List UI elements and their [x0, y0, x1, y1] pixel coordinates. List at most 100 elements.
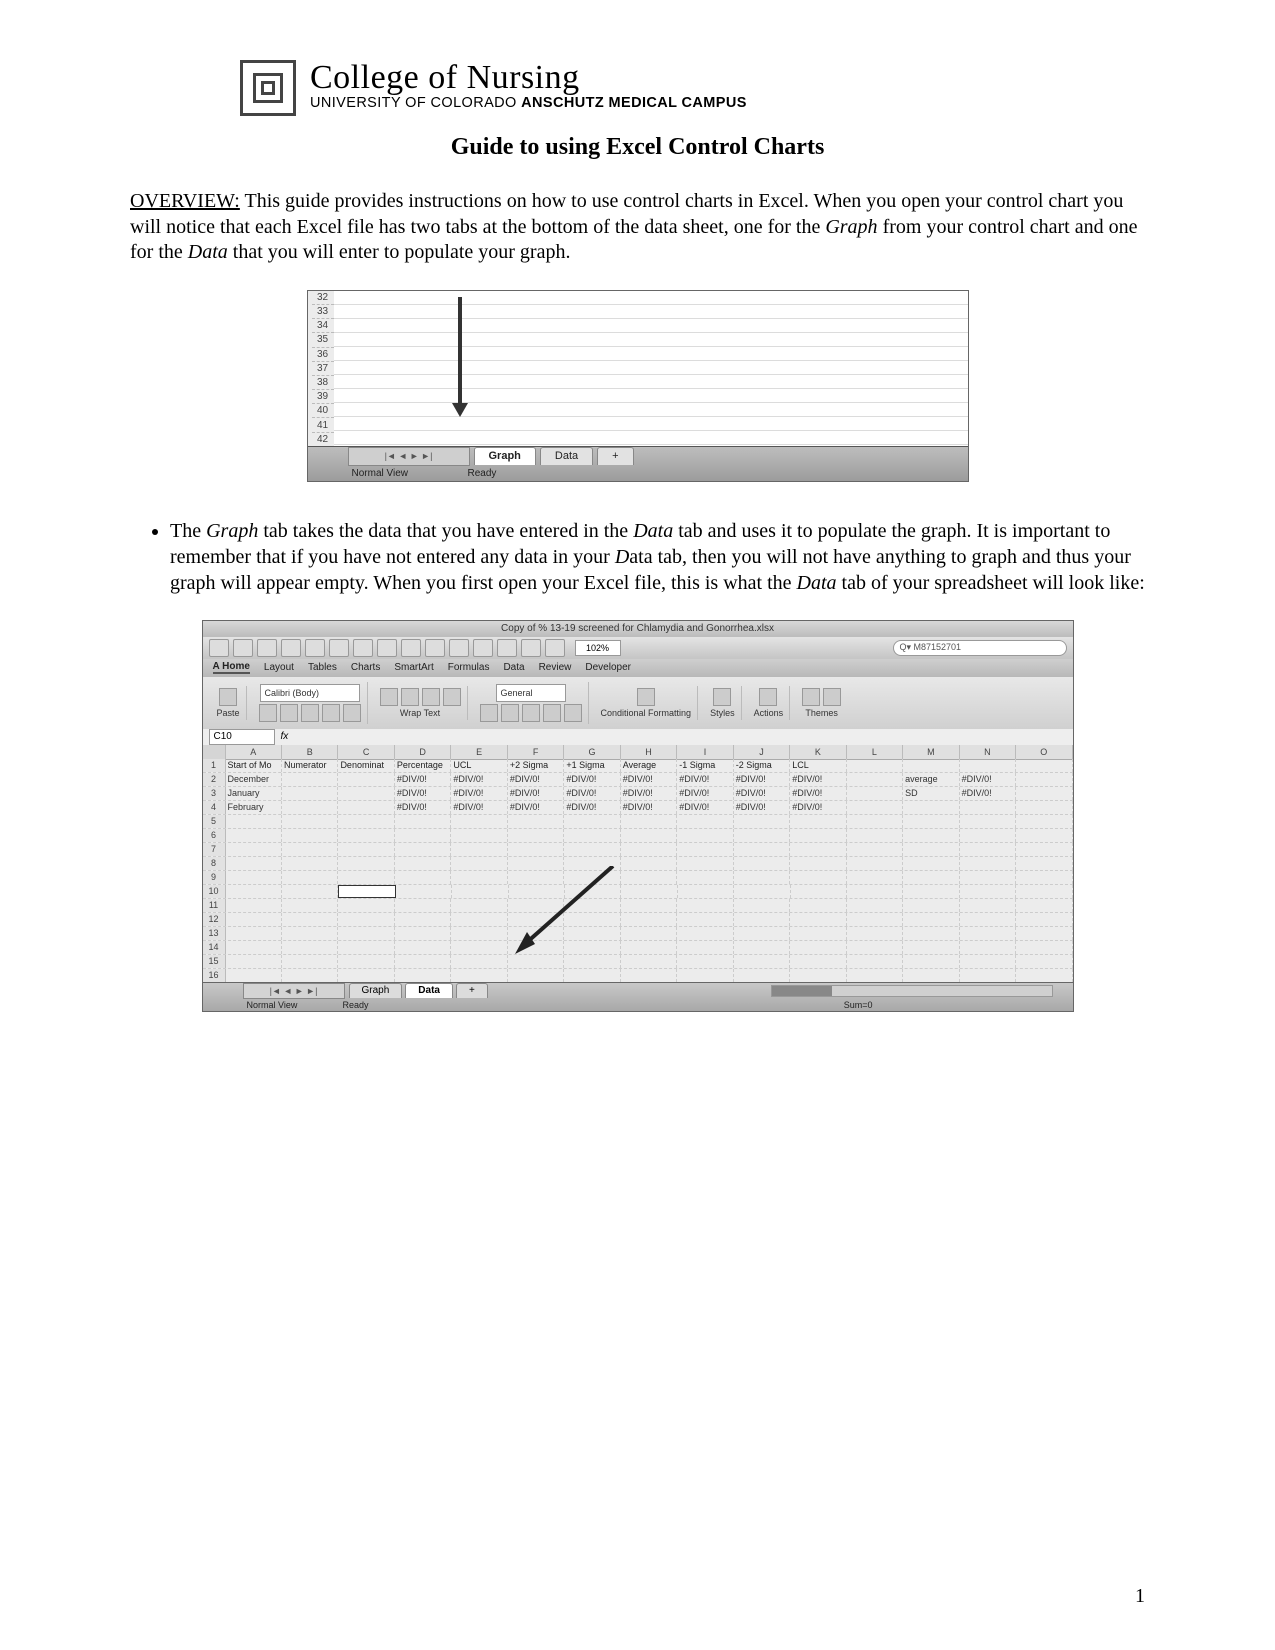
cell[interactable]: Numerator: [282, 759, 338, 772]
cell[interactable]: [565, 885, 621, 898]
cell[interactable]: [903, 801, 959, 814]
column-header[interactable]: G: [564, 745, 620, 759]
cell[interactable]: [847, 927, 903, 940]
cell[interactable]: [903, 829, 959, 842]
cell[interactable]: [903, 759, 959, 772]
cell[interactable]: [903, 941, 959, 954]
toolbox-icon[interactable]: [521, 639, 541, 657]
cell[interactable]: [734, 927, 790, 940]
cell[interactable]: [847, 759, 903, 772]
cell[interactable]: [960, 829, 1016, 842]
cell[interactable]: [451, 927, 507, 940]
decrease-decimal-icon[interactable]: [564, 704, 582, 722]
cell[interactable]: [734, 941, 790, 954]
column-header[interactable]: M: [903, 745, 959, 759]
cell[interactable]: [734, 857, 790, 870]
sort-icon[interactable]: [449, 639, 469, 657]
cell[interactable]: [621, 941, 677, 954]
cell[interactable]: [621, 955, 677, 968]
cell[interactable]: [677, 969, 733, 982]
cell[interactable]: [395, 899, 451, 912]
number-format-select[interactable]: General: [496, 684, 566, 702]
cell[interactable]: [282, 815, 338, 828]
cell[interactable]: January: [226, 787, 282, 800]
cell[interactable]: [282, 773, 338, 786]
cell[interactable]: [338, 927, 394, 940]
cell[interactable]: [508, 913, 564, 926]
cell[interactable]: February: [226, 801, 282, 814]
cell[interactable]: [903, 885, 959, 898]
cell[interactable]: [451, 871, 507, 884]
cell[interactable]: #DIV/0!: [395, 773, 451, 786]
align-center-icon[interactable]: [401, 688, 419, 706]
cell[interactable]: [734, 955, 790, 968]
aa-icon[interactable]: [823, 688, 841, 706]
cell[interactable]: [226, 927, 282, 940]
cell[interactable]: [790, 899, 846, 912]
cell[interactable]: [564, 843, 620, 856]
cell[interactable]: #DIV/0!: [451, 787, 507, 800]
merge-icon[interactable]: [443, 688, 461, 706]
column-header[interactable]: F: [508, 745, 564, 759]
cell[interactable]: #DIV/0!: [790, 773, 846, 786]
cell[interactable]: [960, 871, 1016, 884]
cell[interactable]: [734, 829, 790, 842]
cell[interactable]: [677, 927, 733, 940]
fx-icon[interactable]: fx: [281, 731, 289, 742]
cell[interactable]: +1 Sigma: [564, 759, 620, 772]
ribbon-tab[interactable]: A Home: [213, 661, 250, 674]
column-header[interactable]: D: [395, 745, 451, 759]
cell[interactable]: [677, 899, 733, 912]
cell[interactable]: [282, 885, 338, 898]
horizontal-scrollbar[interactable]: [771, 985, 1053, 997]
cell[interactable]: [790, 829, 846, 842]
cell[interactable]: [621, 857, 677, 870]
cell[interactable]: [1016, 969, 1072, 982]
cell[interactable]: #DIV/0!: [564, 787, 620, 800]
cell[interactable]: [960, 815, 1016, 828]
cell[interactable]: [847, 773, 903, 786]
cell[interactable]: [396, 885, 452, 898]
cell[interactable]: [621, 843, 677, 856]
cell[interactable]: [847, 969, 903, 982]
cell[interactable]: [226, 955, 282, 968]
cell[interactable]: Denominat: [338, 759, 394, 772]
cell[interactable]: [790, 955, 846, 968]
paste-button[interactable]: [219, 688, 237, 706]
cell[interactable]: [1016, 857, 1072, 870]
cell[interactable]: [395, 829, 451, 842]
cell[interactable]: [790, 969, 846, 982]
cell[interactable]: #DIV/0!: [790, 801, 846, 814]
cell[interactable]: [847, 787, 903, 800]
filter-icon[interactable]: [473, 639, 493, 657]
cell[interactable]: [338, 955, 394, 968]
cell[interactable]: [508, 941, 564, 954]
cell[interactable]: #DIV/0!: [395, 787, 451, 800]
cell[interactable]: [847, 913, 903, 926]
cell[interactable]: [1016, 927, 1072, 940]
cell[interactable]: [621, 969, 677, 982]
cell[interactable]: [338, 969, 394, 982]
ribbon-tab[interactable]: Review: [539, 662, 572, 673]
cell[interactable]: [677, 955, 733, 968]
cell[interactable]: [282, 927, 338, 940]
cell[interactable]: [960, 913, 1016, 926]
cell[interactable]: [226, 815, 282, 828]
column-header[interactable]: N: [960, 745, 1016, 759]
cell[interactable]: #DIV/0!: [734, 801, 790, 814]
cell[interactable]: [395, 927, 451, 940]
percent-icon[interactable]: [501, 704, 519, 722]
cell[interactable]: [564, 913, 620, 926]
cell[interactable]: [1016, 787, 1072, 800]
cell[interactable]: [677, 913, 733, 926]
conditional-formatting-icon[interactable]: [637, 688, 655, 706]
cell[interactable]: [903, 969, 959, 982]
cell[interactable]: #DIV/0!: [508, 787, 564, 800]
bold-icon[interactable]: [259, 704, 277, 722]
cell[interactable]: [960, 941, 1016, 954]
ribbon-tab[interactable]: Developer: [585, 662, 631, 673]
currency-icon[interactable]: [480, 704, 498, 722]
cell[interactable]: [508, 899, 564, 912]
cell[interactable]: [338, 773, 394, 786]
ribbon-tab[interactable]: Tables: [308, 662, 337, 673]
